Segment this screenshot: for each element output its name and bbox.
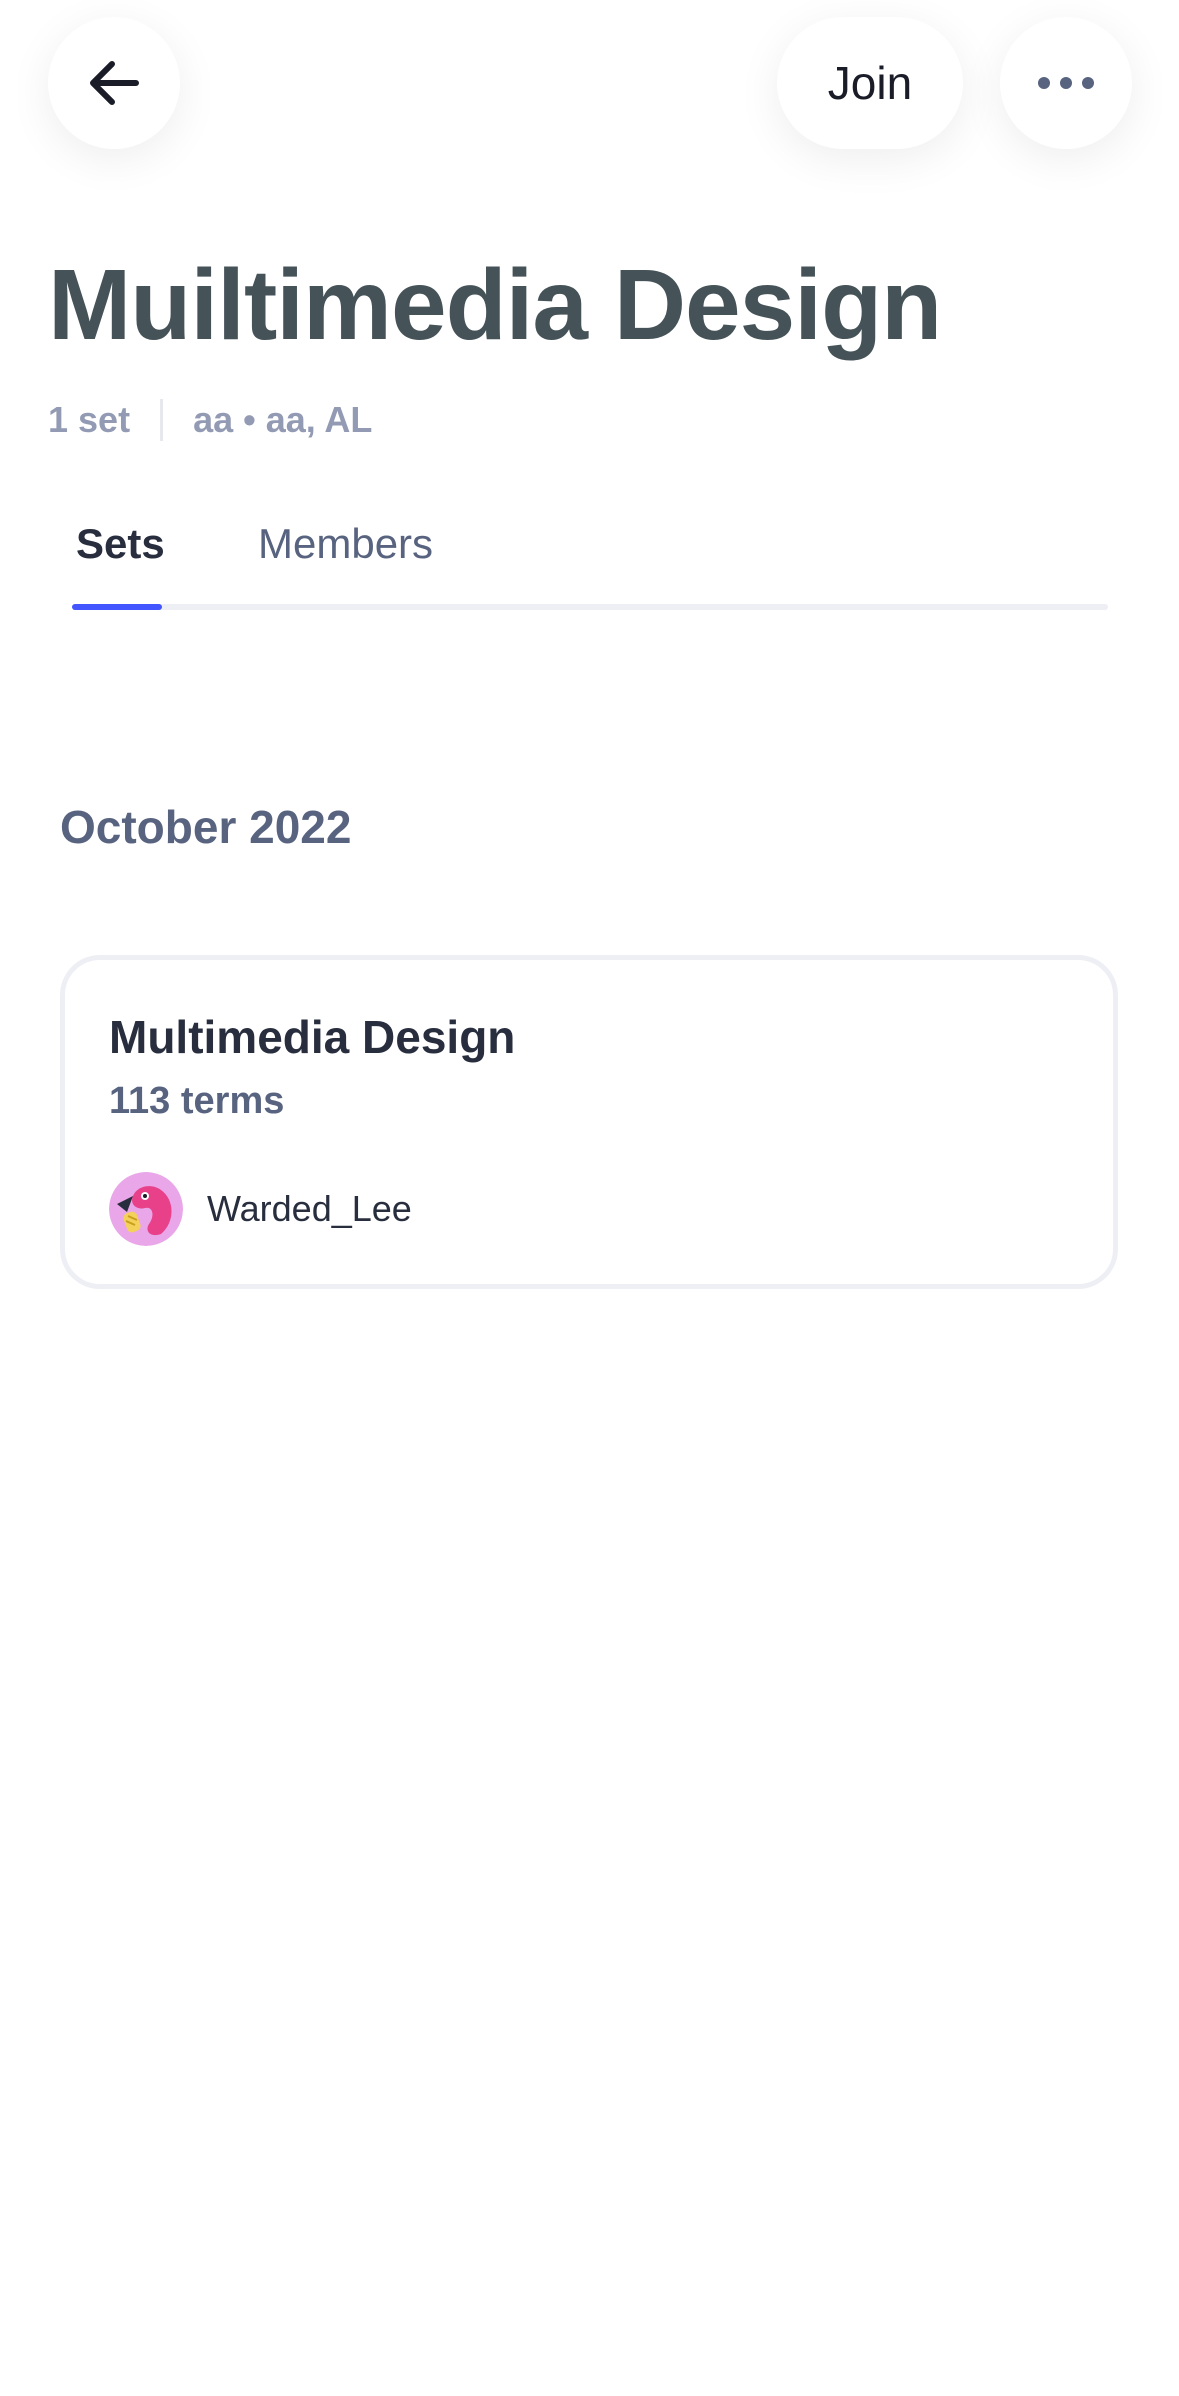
section-heading-date: October 2022: [60, 801, 352, 853]
tab-track: [72, 604, 1108, 610]
more-options-button[interactable]: [1000, 17, 1132, 149]
active-tab-indicator: [72, 604, 162, 610]
arrow-left-icon: [82, 51, 146, 115]
set-title: Multimedia Design: [109, 1011, 516, 1063]
join-button-label: Join: [827, 57, 913, 109]
set-card[interactable]: Multimedia Design 113 terms Warded_Lee: [60, 955, 1118, 1289]
set-term-count: 113 terms: [109, 1080, 285, 1122]
creator-username[interactable]: Warded_Lee: [207, 1188, 412, 1230]
tab-sets[interactable]: Sets: [76, 520, 165, 568]
meta-divider: [160, 399, 164, 441]
flamingo-avatar-icon: [109, 1172, 183, 1246]
top-bar: Join: [0, 0, 1179, 200]
back-button[interactable]: [48, 17, 180, 149]
school-name: aa • aa, AL: [193, 399, 373, 440]
join-button[interactable]: Join: [777, 17, 963, 149]
class-meta: 1 set aa • aa, AL: [48, 396, 372, 444]
more-horizontal-icon: [1034, 73, 1098, 93]
set-count: 1 set: [48, 399, 131, 440]
tab-members[interactable]: Members: [258, 520, 433, 568]
page-title: Muiltimedia Design: [48, 249, 942, 361]
tab-bar: Sets Members: [72, 500, 1108, 610]
